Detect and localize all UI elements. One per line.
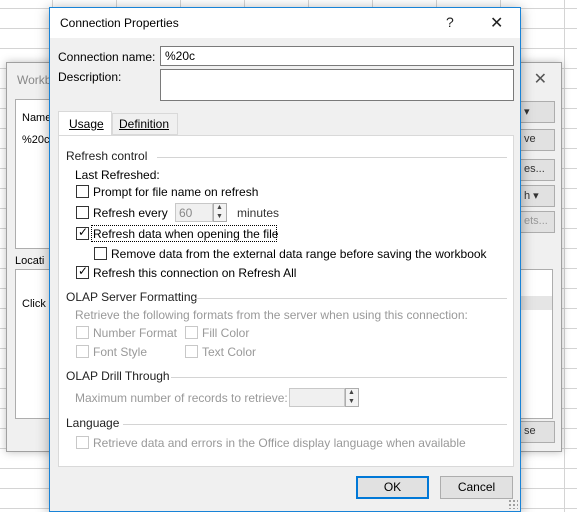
spin-down-icon[interactable]: ▼ bbox=[348, 398, 355, 405]
max-records-label: Maximum number of records to retrieve: bbox=[75, 391, 288, 405]
refresh-dropdown-button[interactable]: h ▾ bbox=[517, 185, 555, 207]
ok-button[interactable]: OK bbox=[356, 476, 429, 499]
olap-formatting-heading: OLAP Server Formatting bbox=[66, 290, 198, 304]
manage-sets-button[interactable]: ets... bbox=[517, 211, 555, 233]
connection-name-input[interactable]: %20c bbox=[160, 46, 514, 66]
connection-properties-dialog: Connection Properties ? ✕ Connection nam… bbox=[49, 7, 521, 512]
fill-color-label: Fill Color bbox=[202, 326, 250, 340]
close-button[interactable]: se bbox=[517, 421, 555, 443]
refresh-on-refresh-all-checkbox[interactable]: ✓ bbox=[76, 264, 89, 279]
spin-down-icon[interactable]: ▼ bbox=[216, 213, 223, 220]
usage-panel: Refresh control Last Refreshed: Prompt f… bbox=[58, 135, 514, 467]
click-hint: Click bbox=[22, 298, 46, 310]
prompt-file-name-label: Prompt for file name on refresh bbox=[93, 185, 259, 199]
properties-button[interactable]: es... bbox=[517, 159, 555, 181]
refresh-on-refresh-all-label: Refresh this connection on Refresh All bbox=[93, 266, 297, 280]
office-language-label: Retrieve data and errors in the Office d… bbox=[93, 436, 466, 450]
add-dropdown-button[interactable]: ▾ bbox=[517, 101, 555, 123]
connection-name-label: Connection name: bbox=[58, 50, 156, 64]
olap-drill-heading: OLAP Drill Through bbox=[66, 369, 170, 383]
description-input[interactable] bbox=[160, 69, 514, 101]
refresh-on-open-label: Refresh data when opening the file bbox=[93, 227, 279, 241]
refresh-every-label: Refresh every bbox=[93, 206, 168, 220]
help-icon[interactable]: ? bbox=[446, 14, 454, 30]
last-refreshed-label: Last Refreshed: bbox=[75, 168, 160, 182]
olap-formatting-description: Retrieve the following formats from the … bbox=[75, 308, 468, 322]
locations-label: Locati bbox=[15, 255, 45, 267]
max-records-input[interactable] bbox=[289, 388, 345, 407]
language-heading: Language bbox=[66, 416, 120, 430]
spin-up-icon[interactable]: ▲ bbox=[348, 389, 355, 396]
olap-drill-divider bbox=[171, 377, 507, 378]
text-color-label: Text Color bbox=[202, 345, 257, 359]
connections-list-header: Name bbox=[22, 112, 52, 124]
workbook-connections-close-icon[interactable]: ✕ bbox=[534, 69, 547, 89]
text-color-checkbox[interactable] bbox=[185, 345, 198, 358]
locations-list-right bbox=[517, 269, 553, 419]
max-records-spinner[interactable]: ▲ ▼ bbox=[345, 388, 359, 407]
refresh-control-divider bbox=[157, 157, 507, 158]
remove-data-label: Remove data from the external data range… bbox=[111, 247, 487, 261]
spin-up-icon[interactable]: ▲ bbox=[216, 204, 223, 211]
tab-definition[interactable]: Definition bbox=[112, 113, 178, 135]
dialog-title: Connection Properties bbox=[60, 16, 179, 30]
font-style-label: Font Style bbox=[93, 345, 148, 359]
tab-usage[interactable]: Usage bbox=[58, 111, 112, 136]
number-format-label: Number Format bbox=[93, 326, 178, 340]
title-bar: Connection Properties ? ✕ bbox=[50, 8, 520, 38]
olap-formatting-divider bbox=[195, 298, 507, 299]
prompt-file-name-checkbox[interactable] bbox=[76, 185, 89, 198]
fill-color-checkbox[interactable] bbox=[185, 326, 198, 339]
refresh-every-checkbox[interactable] bbox=[76, 206, 89, 219]
language-divider bbox=[123, 424, 507, 425]
font-style-checkbox[interactable] bbox=[76, 345, 89, 358]
resize-grip-icon[interactable] bbox=[508, 499, 518, 509]
number-format-checkbox[interactable] bbox=[76, 326, 89, 339]
description-label: Description: bbox=[58, 70, 122, 84]
minutes-label: minutes bbox=[237, 206, 280, 220]
close-icon[interactable]: ✕ bbox=[490, 13, 503, 33]
checkmark-icon: ✓ bbox=[78, 225, 89, 239]
office-language-checkbox[interactable] bbox=[76, 436, 89, 449]
refresh-on-open-checkbox[interactable]: ✓ bbox=[76, 225, 89, 240]
workbook-connections-title: Workb bbox=[17, 73, 52, 87]
remove-data-checkbox[interactable] bbox=[94, 247, 107, 260]
refresh-minutes-input[interactable]: 60 bbox=[175, 203, 213, 222]
connections-list-row[interactable]: %20c bbox=[22, 134, 50, 146]
locations-selected-row bbox=[518, 296, 552, 310]
remove-button[interactable]: ve bbox=[517, 129, 555, 151]
cancel-button[interactable]: Cancel bbox=[440, 476, 513, 499]
refresh-control-heading: Refresh control bbox=[66, 149, 148, 163]
checkmark-icon: ✓ bbox=[78, 264, 89, 278]
refresh-minutes-spinner[interactable]: ▲ ▼ bbox=[213, 203, 227, 222]
